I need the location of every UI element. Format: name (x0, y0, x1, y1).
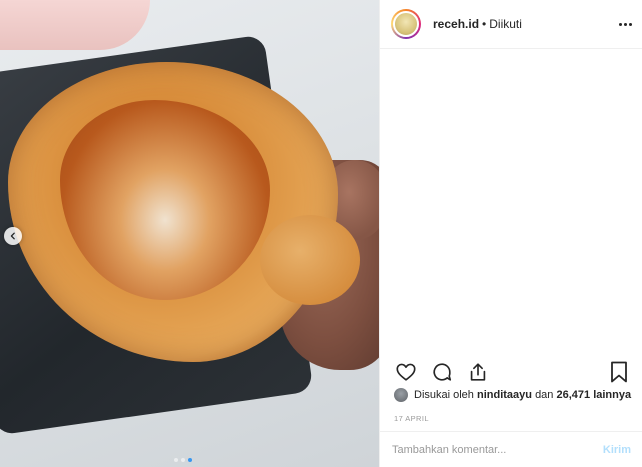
follow-status-button[interactable]: Diikuti (489, 17, 522, 31)
carousel-dot (174, 458, 178, 462)
like-button[interactable] (394, 360, 418, 384)
comment-bar: Kirim (380, 431, 642, 467)
carousel-prev-button[interactable] (4, 227, 22, 245)
post-actions (380, 358, 642, 386)
likes-summary: Disukai oleh ninditaayu dan 26,471 lainn… (394, 388, 631, 402)
chevron-left-icon (10, 232, 15, 240)
likes-count[interactable]: 26,471 (556, 389, 590, 401)
likes-prefix: Disukai oleh (414, 389, 474, 401)
bookmark-icon (611, 361, 627, 383)
header-separator: • (482, 17, 487, 31)
username-link[interactable]: receh.id (433, 17, 479, 31)
share-icon (470, 363, 486, 381)
post-photo[interactable] (0, 0, 379, 467)
liker-avatar[interactable] (394, 388, 408, 402)
carousel-dot (181, 458, 185, 462)
liker-username[interactable]: ninditaayu (477, 389, 532, 401)
post-sidebar: receh.id • Diikuti Disukai oleh ninditaa… (379, 0, 642, 467)
comment-input[interactable] (392, 443, 603, 456)
comment-icon (433, 363, 452, 381)
avatar-image (393, 11, 419, 37)
post-date[interactable]: 17 APRIL (394, 414, 429, 423)
carousel-dots (174, 458, 192, 462)
comment-button[interactable] (430, 360, 454, 384)
avatar[interactable] (391, 9, 421, 39)
carousel-dot-active (188, 458, 192, 462)
send-comment-button[interactable]: Kirim (603, 444, 631, 456)
share-button[interactable] (466, 360, 490, 384)
heart-icon (396, 363, 416, 381)
save-button[interactable] (608, 360, 630, 384)
likes-suffix[interactable]: lainnya (593, 389, 631, 401)
likes-mid: dan (535, 389, 554, 401)
post-header: receh.id • Diikuti (380, 0, 642, 49)
more-options-button[interactable] (615, 14, 635, 34)
more-options-icon (618, 22, 622, 26)
photo-sleeve (0, 0, 150, 50)
photo-chicken-tip (260, 215, 360, 305)
